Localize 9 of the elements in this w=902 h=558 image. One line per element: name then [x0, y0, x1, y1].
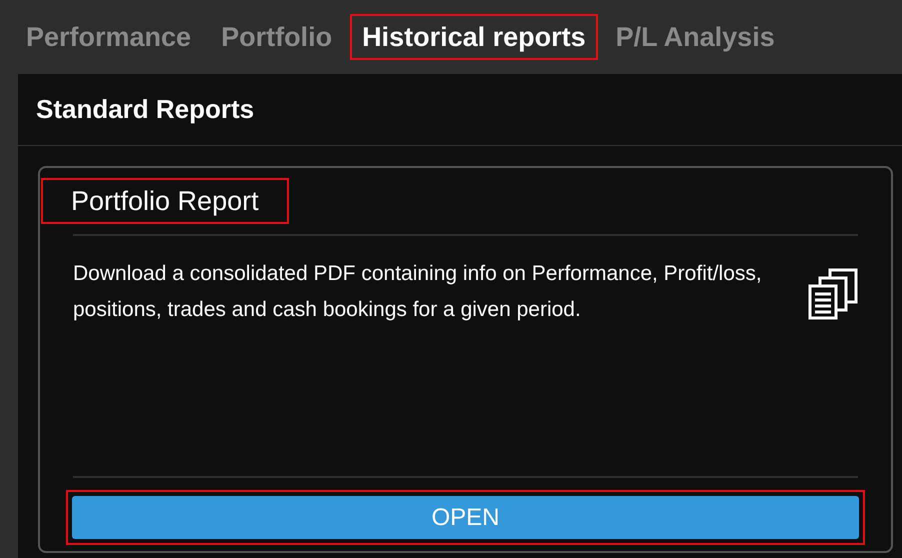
report-description: Download a consolidated PDF containing info on Performance, Profit/loss, positions, trades and cash bookings for a given period. [73, 261, 763, 323]
panel-title: Standard Reports [36, 93, 254, 126]
open-button[interactable]: OPEN [72, 496, 859, 539]
tab[interactable]: Historical reports [352, 16, 596, 58]
tab[interactable]: Portfolio [211, 16, 342, 58]
card-title: Portfolio Report [71, 184, 259, 218]
tab[interactable]: Performance [16, 16, 202, 58]
documents-icon [808, 268, 858, 320]
tab[interactable]: P/L Analysis [606, 16, 785, 58]
